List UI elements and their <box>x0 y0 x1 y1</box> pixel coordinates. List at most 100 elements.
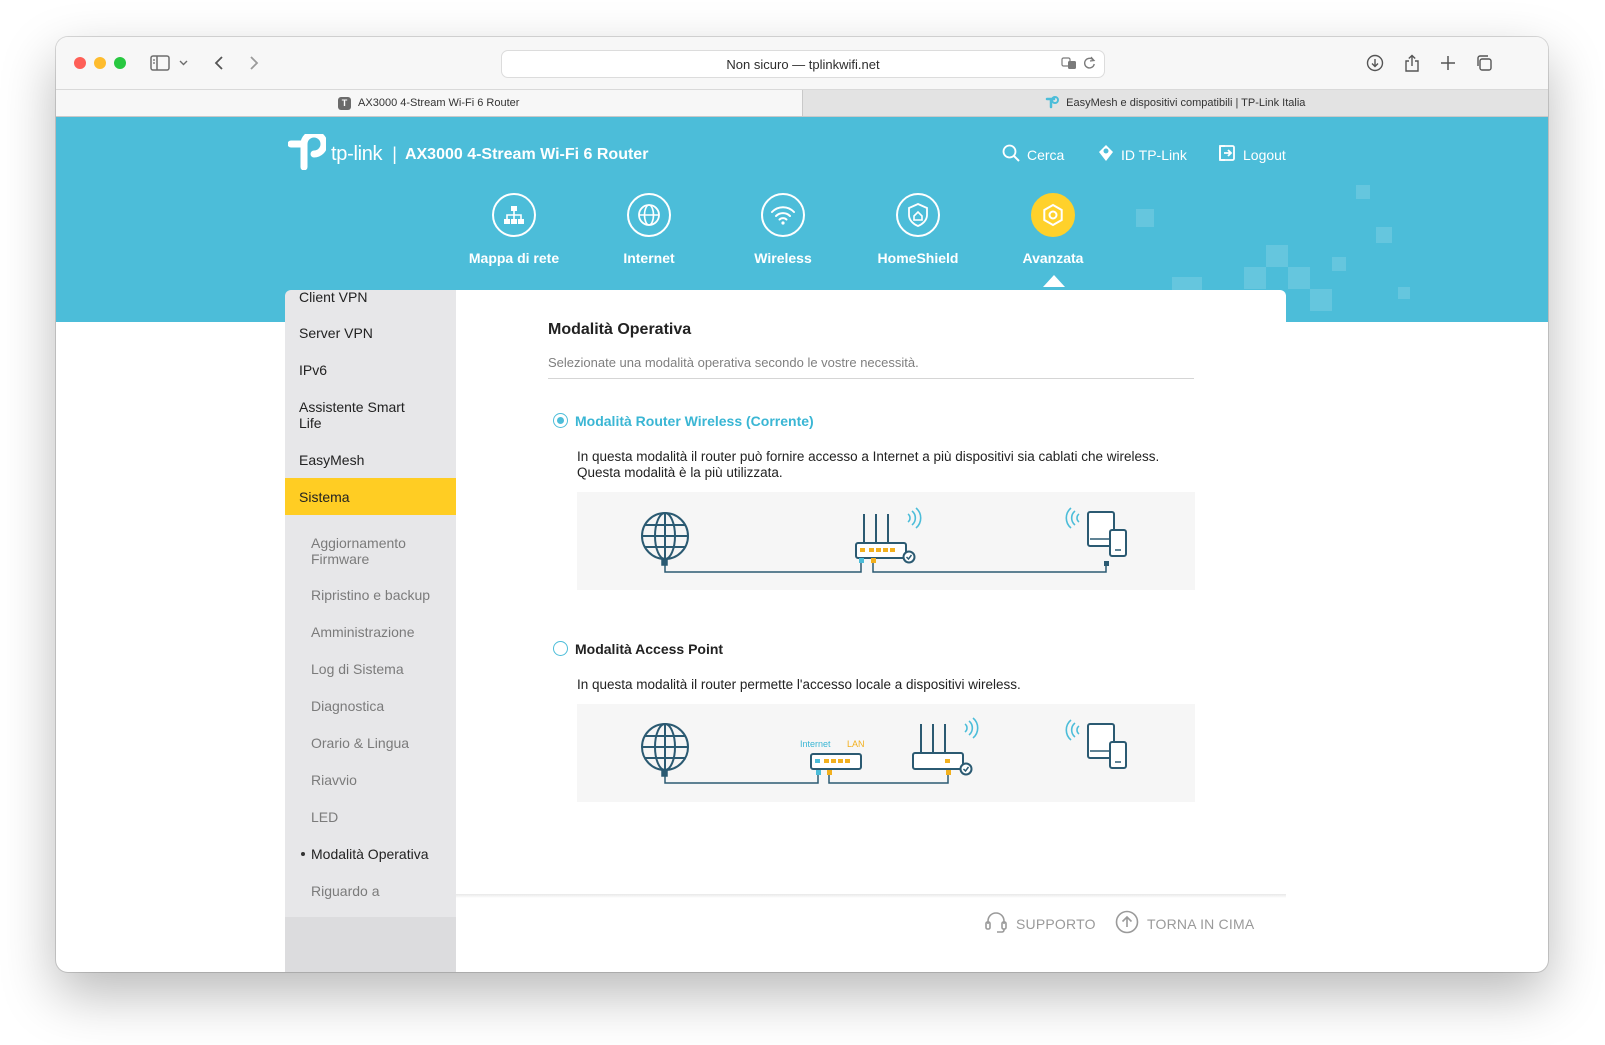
sidebar-subitem-firmware[interactable]: Aggiornamento Firmware <box>285 535 435 567</box>
sidebar-item-easymesh[interactable]: EasyMesh <box>285 452 456 468</box>
sidebar-item-server-vpn[interactable]: Server VPN <box>285 325 456 341</box>
translate-icon[interactable] <box>1061 56 1077 73</box>
search-link-label: Cerca <box>1027 146 1065 163</box>
router-mode-desc-line2: Questa modalità è la più utilizzata. <box>577 465 783 480</box>
title-divider <box>548 378 1194 379</box>
forward-icon[interactable] <box>243 52 265 74</box>
access-point-mode-diagram: Internet LAN <box>577 704 1195 802</box>
logout-icon <box>1218 144 1236 165</box>
back-to-top-link[interactable]: TORNA IN CIMA <box>1115 910 1254 937</box>
nav-label: HomeShield <box>877 250 959 266</box>
address-bar[interactable]: Non sicuro — tplinkwifi.net <box>501 50 1105 78</box>
sidebar-item-system[interactable]: Sistema <box>285 478 456 515</box>
cable-lines <box>661 559 1107 573</box>
headset-icon <box>984 910 1008 937</box>
share-icon[interactable] <box>1401 52 1423 74</box>
sidebar-footer <box>285 917 456 972</box>
zoom-window-button[interactable] <box>114 57 126 69</box>
nav-homeshield[interactable]: HomeShield <box>853 193 983 266</box>
nav-label: Mappa di rete <box>468 250 560 266</box>
router-mode-label[interactable]: Modalità Router Wireless (Corrente) <box>575 413 814 429</box>
tplink-logo-favicon-icon <box>1045 95 1060 112</box>
back-to-top-label: TORNA IN CIMA <box>1147 915 1255 932</box>
browser-window: Non sicuro — tplinkwifi.net T AX3000 4-S… <box>56 37 1548 972</box>
tplink-id-link[interactable]: ID TP-Link <box>1098 144 1187 165</box>
nav-network-map[interactable]: Mappa di rete <box>449 193 579 266</box>
search-icon <box>1002 144 1020 165</box>
access-point-mode-description: In questa modalità il router permette l'… <box>577 677 1021 692</box>
chevron-down-icon[interactable] <box>176 52 190 74</box>
nav-wireless[interactable]: Wireless <box>718 193 848 266</box>
address-text: Non sicuro — tplinkwifi.net <box>726 56 880 72</box>
page-title: Modalità Operativa <box>548 321 692 338</box>
sidebar-subitem-backup[interactable]: Ripristino e backup <box>285 587 456 603</box>
nav-internet[interactable]: Internet <box>584 193 714 266</box>
tplink-id-icon <box>1098 144 1114 165</box>
tplink-logo: tp-link | AX3000 4-Stream Wi-Fi 6 Router <box>287 130 648 175</box>
sidebar-subitem-reboot[interactable]: Riavvio <box>285 772 456 788</box>
router-mode-diagram <box>577 492 1195 590</box>
logout-label: Logout <box>1243 146 1286 163</box>
access-point-router-icon <box>912 717 979 776</box>
minimize-window-button[interactable] <box>94 57 106 69</box>
sidebar-toggle-icon[interactable] <box>149 52 171 74</box>
router-mode-description: In questa modalità il router può fornire… <box>577 449 1197 481</box>
sidebar-item-smart-life[interactable]: Assistente Smart Life <box>285 399 425 431</box>
tab-title: AX3000 4-Stream Wi-Fi 6 Router <box>358 97 520 109</box>
sidebar-subitem-system-log[interactable]: Log di Sistema <box>285 661 456 677</box>
sidebar: Client VPN Server VPN IPv6 Assistente Sm… <box>285 290 456 972</box>
client-devices-icon <box>1065 719 1127 769</box>
active-nav-pointer <box>1043 275 1065 287</box>
access-point-mode-label[interactable]: Modalità Access Point <box>575 641 723 657</box>
nav-label: Wireless <box>754 250 812 266</box>
gear-icon <box>1031 193 1075 237</box>
tab-title: EasyMesh e dispositivi compatibili | TP-… <box>1066 97 1306 109</box>
sidebar-subitem-administration[interactable]: Amministrazione <box>285 624 456 640</box>
cable-lines <box>661 770 949 784</box>
tab-overview-icon[interactable] <box>1473 52 1495 74</box>
downloads-icon[interactable] <box>1364 52 1386 74</box>
tab-easymesh[interactable]: EasyMesh e dispositivi compatibili | TP-… <box>801 90 1548 116</box>
nav-label: Internet <box>623 250 675 266</box>
modem-router-icon <box>810 753 862 775</box>
search-link[interactable]: Cerca <box>1002 144 1064 165</box>
support-link[interactable]: SUPPORTO <box>984 910 1096 937</box>
arrow-up-circle-icon <box>1115 910 1139 937</box>
access-point-mode-radio[interactable] <box>553 641 568 656</box>
sidebar-subitem-led[interactable]: LED <box>285 809 456 825</box>
logout-link[interactable]: Logout <box>1218 144 1286 165</box>
tplink-id-label: ID TP-Link <box>1121 146 1187 163</box>
tab-router[interactable]: T AX3000 4-Stream Wi-Fi 6 Router <box>56 90 802 116</box>
home-shield-icon <box>896 193 940 237</box>
brand-name: tp-link <box>331 143 383 165</box>
client-devices-icon <box>1065 507 1127 566</box>
lan-port-label: LAN <box>847 739 865 749</box>
wifi-icon <box>761 193 805 237</box>
page-subtitle: Selezionate una modalità operativa secon… <box>548 355 919 370</box>
brand-separator: | <box>392 144 397 164</box>
tplink-logo-icon <box>287 130 328 175</box>
close-window-button[interactable] <box>74 57 86 69</box>
router-icon <box>855 507 922 564</box>
network-map-icon <box>492 193 536 237</box>
sidebar-item-ipv6[interactable]: IPv6 <box>285 362 456 378</box>
internet-globe-icon <box>641 723 689 771</box>
internet-globe-icon <box>641 512 689 560</box>
support-label: SUPPORTO <box>1016 915 1096 932</box>
sidebar-subitem-operation-mode[interactable]: Modalità Operativa <box>285 846 456 862</box>
content-panel: Modalità Operativa Selezionate una modal… <box>456 290 1286 972</box>
tplink-favicon-icon: T <box>338 96 352 110</box>
reload-icon[interactable] <box>1083 56 1096 73</box>
sidebar-subitem-about[interactable]: Riguardo a <box>285 883 456 899</box>
sidebar-subitem-diagnostics[interactable]: Diagnostica <box>285 698 456 714</box>
router-mode-radio[interactable] <box>553 413 568 428</box>
router-mode-desc-line1: In questa modalità il router può fornire… <box>577 449 1160 464</box>
browser-titlebar: Non sicuro — tplinkwifi.net <box>56 37 1548 89</box>
sidebar-subitem-time-language[interactable]: Orario & Lingua <box>285 735 456 751</box>
back-icon[interactable] <box>208 52 230 74</box>
footer-divider <box>456 894 1286 898</box>
globe-icon <box>627 193 671 237</box>
sidebar-item-client-vpn[interactable]: Client VPN <box>285 290 456 305</box>
new-tab-icon[interactable] <box>1437 52 1459 74</box>
nav-advanced[interactable]: Avanzata <box>988 193 1118 266</box>
